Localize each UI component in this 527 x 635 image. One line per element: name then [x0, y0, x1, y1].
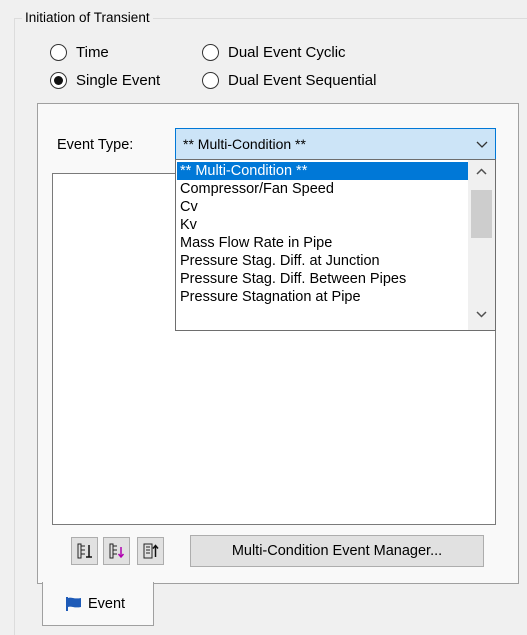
chevron-down-icon [476, 141, 488, 148]
dropdown-option[interactable]: Kv [177, 216, 468, 234]
radio-circle [202, 43, 219, 61]
radio-circle [202, 71, 219, 89]
insert-item-button[interactable] [103, 537, 130, 565]
event-type-label: Event Type: [57, 137, 134, 153]
dropdown-option[interactable]: Mass Flow Rate in Pipe [177, 234, 468, 252]
dropdown-option[interactable]: Compressor/Fan Speed [177, 180, 468, 198]
dropdown-option[interactable]: Pressure Stag. Diff. Between Pipes [177, 270, 468, 288]
add-item-button[interactable] [71, 537, 98, 565]
scroll-thumb[interactable] [471, 190, 492, 238]
dropdown-option[interactable]: Cv [177, 198, 468, 216]
insert-item-icon [109, 543, 124, 559]
tab-label: Event [88, 595, 126, 612]
groupbox-title: Initiation of Transient [22, 10, 153, 26]
radio-label: Single Event [76, 71, 161, 89]
add-item-icon [77, 543, 92, 559]
event-type-dropdown[interactable]: ** Multi-Condition ** Compressor/Fan Spe… [175, 159, 496, 331]
combo-value: ** Multi-Condition ** [183, 136, 306, 152]
flag-icon [66, 596, 81, 611]
dropdown-scrollbar[interactable] [468, 160, 495, 330]
radio-single-event[interactable]: Single Event [50, 70, 160, 90]
radio-circle [50, 43, 67, 61]
move-up-icon [143, 543, 159, 559]
radio-dual-event-cyclic[interactable]: Dual Event Cyclic [202, 42, 346, 62]
radio-label: Time [76, 43, 109, 61]
move-up-button[interactable] [137, 537, 164, 565]
dropdown-option[interactable]: Pressure Stagnation at Pipe [177, 288, 468, 306]
dropdown-option[interactable]: ** Multi-Condition ** [177, 162, 468, 180]
tab-event[interactable]: Event [42, 582, 154, 626]
scroll-down-arrow-icon[interactable] [476, 310, 487, 318]
multi-condition-event-manager-button[interactable]: Multi-Condition Event Manager... [190, 535, 484, 567]
dropdown-option[interactable]: Pressure Stag. Diff. at Junction [177, 252, 468, 270]
event-type-combo[interactable]: ** Multi-Condition ** [175, 128, 496, 160]
radio-dual-event-sequential[interactable]: Dual Event Sequential [202, 70, 376, 90]
radio-label: Dual Event Sequential [228, 71, 377, 89]
scroll-up-arrow-icon[interactable] [476, 168, 487, 176]
radio-label: Dual Event Cyclic [228, 43, 346, 61]
radio-circle [50, 71, 67, 89]
radio-time[interactable]: Time [50, 42, 109, 62]
radio-dot [54, 75, 63, 85]
